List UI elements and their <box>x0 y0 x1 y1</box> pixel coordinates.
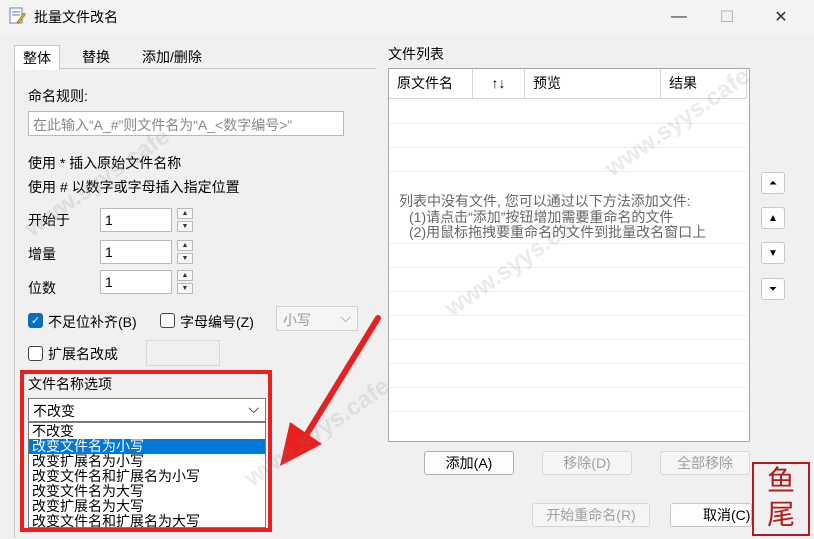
grid-line <box>389 387 747 388</box>
grid-line <box>389 411 747 412</box>
start-rename-button[interactable]: 开始重命名(R) <box>532 503 650 527</box>
move-down-button[interactable]: ▼ <box>761 242 785 264</box>
step-spin-up[interactable]: ▲ <box>177 240 193 251</box>
digits-input[interactable]: 1 <box>100 270 172 294</box>
minimize-button[interactable]: — <box>652 0 706 34</box>
cancel-button[interactable]: 取消(C) <box>670 503 752 527</box>
highlight-box <box>20 370 272 532</box>
close-button[interactable]: ✕ <box>754 0 808 34</box>
digits-label: 位数 <box>28 280 56 296</box>
maximize-button[interactable]: ☐ <box>700 0 754 34</box>
ext-checkbox[interactable] <box>28 346 43 361</box>
letter-checkbox[interactable] <box>160 313 175 328</box>
pad-checkbox[interactable]: ✓ <box>28 313 43 328</box>
naming-rule-label: 命名规则: <box>28 88 88 104</box>
grid-line <box>389 363 747 364</box>
tab-add-delete[interactable]: 添加/删除 <box>134 45 210 69</box>
remove-button[interactable]: 移除(D) <box>542 451 632 475</box>
tab-replace[interactable]: 替换 <box>74 45 118 69</box>
file-list-label: 文件列表 <box>388 46 444 62</box>
ext-label: 扩展名改成 <box>48 346 118 362</box>
window-title: 批量文件改名 <box>34 9 118 25</box>
digits-spin-up[interactable]: ▲ <box>177 270 193 281</box>
step-spin-down[interactable]: ▼ <box>177 253 193 264</box>
letter-label: 字母编号(Z) <box>180 314 254 330</box>
ext-input[interactable] <box>146 340 220 366</box>
grid-line <box>389 171 747 172</box>
seal-logo: 鱼尾 <box>752 462 810 536</box>
grid-line <box>389 339 747 340</box>
start-spin-up[interactable]: ▲ <box>177 208 193 219</box>
move-top-button[interactable]: ⏶ <box>761 172 785 194</box>
title-bar: 批量文件改名 — ☐ ✕ <box>0 0 814 34</box>
sort-arrows-icon[interactable]: ↑↓ <box>473 69 525 99</box>
remove-all-button[interactable]: 全部移除 <box>660 451 750 475</box>
step-input[interactable]: 1 <box>100 240 172 264</box>
start-spin-down[interactable]: ▼ <box>177 221 193 232</box>
move-bottom-button[interactable]: ⏷ <box>761 278 785 300</box>
rename-app-icon <box>9 7 26 24</box>
grid-line <box>389 291 747 292</box>
column-preview[interactable]: 预览 <box>525 69 661 99</box>
grid-line <box>389 267 747 268</box>
naming-rule-input[interactable]: 在此输入“A_#”则文件名为“A_<数字编号>” <box>28 111 344 136</box>
digits-spin-down[interactable]: ▼ <box>177 283 193 294</box>
add-button[interactable]: 添加(A) <box>424 451 514 475</box>
start-input[interactable]: 1 <box>100 208 172 232</box>
grid-line <box>389 315 747 316</box>
column-original-name[interactable]: 原文件名 <box>389 69 473 99</box>
tab-overall[interactable]: 整体 <box>14 45 60 70</box>
pad-label: 不足位补齐(B) <box>48 314 137 330</box>
grid-line <box>389 147 747 148</box>
move-up-button[interactable]: ▲ <box>761 207 785 229</box>
step-label: 增量 <box>28 246 56 262</box>
